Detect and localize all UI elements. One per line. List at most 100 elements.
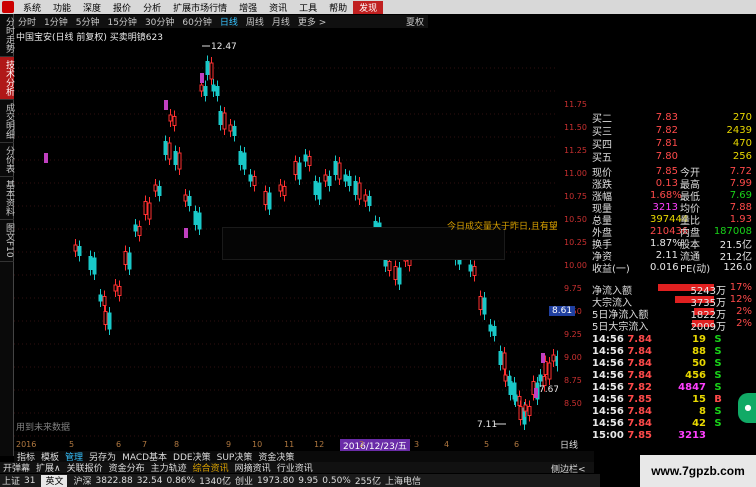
candle-body — [303, 154, 308, 162]
tick-price: 7.82 — [627, 382, 652, 393]
side-tab-1[interactable]: 技术分析 — [0, 57, 14, 100]
bottom-tab-7[interactable]: 行业资讯 — [274, 461, 316, 474]
signal-marker — [200, 73, 204, 83]
candle-body — [123, 251, 128, 265]
bid-volume: 470 — [732, 138, 752, 149]
menu-item-9[interactable]: 帮助 — [323, 1, 353, 14]
side-tab-4[interactable]: 基本资料 — [0, 177, 14, 220]
sz-value: 3822.88 — [95, 475, 133, 486]
bottom-tab-4[interactable]: 主力轨迹 — [148, 461, 190, 474]
tick-side: B — [714, 394, 722, 405]
candle-body — [209, 62, 214, 80]
candle-body — [383, 259, 388, 267]
period-tab-9[interactable]: 更多 > — [294, 15, 330, 28]
menu-item-0[interactable]: 系统 — [17, 1, 47, 14]
side-tab-2[interactable]: 成交明细 — [0, 100, 14, 143]
menu-item-2[interactable]: 深度 — [77, 1, 107, 14]
menu-item-7[interactable]: 资讯 — [263, 1, 293, 14]
menu-item-3[interactable]: 报价 — [107, 1, 137, 14]
cy-pct: 0.50% — [322, 475, 351, 486]
date-tick: 4 — [444, 440, 450, 449]
candle-body — [555, 356, 558, 366]
candle-body — [143, 201, 148, 215]
app-badge-icon[interactable]: ● — [738, 393, 756, 423]
period-tab-5[interactable]: 60分钟 — [178, 15, 215, 28]
tick-volume: 3213 — [678, 430, 706, 441]
candle-body — [232, 126, 237, 136]
bottom-tab-1[interactable]: 扩展∧ — [33, 461, 64, 474]
price-tick: 11.75 — [564, 100, 587, 109]
stat-value: 1.68% — [650, 190, 682, 201]
right-marker-label: 7.67 — [539, 385, 558, 395]
tick-time: 14:56 — [592, 394, 624, 405]
bottom-tab-5[interactable]: 综合资讯 — [190, 461, 232, 474]
bottom-tab-3[interactable]: 资金分布 — [106, 461, 148, 474]
sz-amount: 1340亿 — [199, 477, 231, 487]
candle-body — [77, 246, 82, 256]
candle-body — [113, 284, 118, 292]
candle-body — [323, 174, 328, 182]
tick-price: 7.84 — [627, 358, 652, 369]
candle-body — [127, 252, 132, 270]
flow-pct: 17% — [729, 282, 752, 293]
menu-item-1[interactable]: 功能 — [47, 1, 77, 14]
side-tab-5[interactable]: 图文F10 — [0, 220, 14, 262]
index-name: 上证 — [2, 477, 21, 487]
tick-price: 7.84 — [627, 406, 652, 417]
tick-price: 7.84 — [627, 418, 652, 429]
stat-row: 总量 397444 量比 1.93 — [590, 214, 756, 227]
flow-value: 2009万 — [690, 322, 726, 333]
price-tick: 10.50 — [564, 215, 587, 224]
date-tick: 8 — [174, 440, 180, 449]
sz-change: 32.54 — [136, 475, 163, 486]
cy-change: 9.95 — [298, 475, 319, 486]
candle-body — [137, 226, 142, 236]
stat-row: 现价 7.85 今开 7.72 — [590, 166, 756, 179]
candle-body — [267, 192, 272, 210]
candle-body — [488, 324, 493, 332]
candle-body — [163, 141, 168, 155]
candle-body — [317, 182, 322, 200]
candle-body — [252, 176, 257, 186]
candle-body — [168, 114, 173, 122]
stat-value: 7.88 — [729, 202, 752, 213]
price-tick: 8.50 — [564, 399, 582, 408]
period-tab-4[interactable]: 30分钟 — [141, 15, 178, 28]
period-tab-7[interactable]: 周线 — [242, 15, 268, 28]
quote-panel: 买二 7.83 270 买三 7.82 2439 买四 7.81 470 买五 7.80 256 现价 7… — [590, 112, 756, 474]
menu-item-6[interactable]: 增强 — [233, 1, 263, 14]
date-tick: 6 — [116, 440, 122, 449]
side-tab-3[interactable]: 分价表 — [0, 143, 14, 177]
period-tab-8[interactable]: 月线 — [268, 15, 294, 28]
period-tab-3[interactable]: 15分钟 — [103, 15, 140, 28]
candle-body — [482, 297, 487, 315]
bottom-tab-6[interactable]: 网摘资讯 — [232, 461, 274, 474]
menu-item-8[interactable]: 工具 — [293, 1, 323, 14]
side-tab-0[interactable]: 分时走势 — [0, 14, 14, 57]
stat-value: 0.016 — [650, 262, 679, 273]
period-tab-6[interactable]: 日线 — [216, 15, 242, 28]
candle-body — [238, 151, 243, 165]
candle-body — [518, 406, 523, 420]
candle-body — [242, 152, 247, 170]
menu-item-5[interactable]: 扩展市场行情 — [167, 1, 233, 14]
menu-item-4[interactable]: 分析 — [137, 1, 167, 14]
candle-body — [173, 151, 178, 165]
period-tab-1[interactable]: 1分钟 — [40, 15, 72, 28]
candle-body — [502, 352, 507, 370]
period-tab-2[interactable]: 5分钟 — [72, 15, 104, 28]
tick-side: S — [714, 406, 722, 417]
stat-label: 收益(一) — [592, 264, 630, 275]
bottom-tab-2[interactable]: 关联报价 — [64, 461, 106, 474]
period-tab-0[interactable]: 分时 — [14, 15, 40, 28]
price-tick: 11.50 — [564, 123, 587, 132]
restore-rights-toggle[interactable]: 夏权 — [402, 15, 428, 28]
price-axis: 11.75 11.50 11.25 11.00 10.75 10.50 10.25 10.00… — [560, 28, 590, 440]
candle-body — [282, 186, 287, 196]
bottom-tab-0[interactable]: 开弹幕 — [0, 461, 33, 474]
tick-side: S — [714, 418, 722, 429]
date-tick: 5 — [484, 440, 490, 449]
candle-body — [363, 194, 368, 202]
menu-item-10[interactable]: 发现 — [353, 0, 384, 14]
ime-indicator[interactable]: 英文 — [41, 474, 68, 487]
